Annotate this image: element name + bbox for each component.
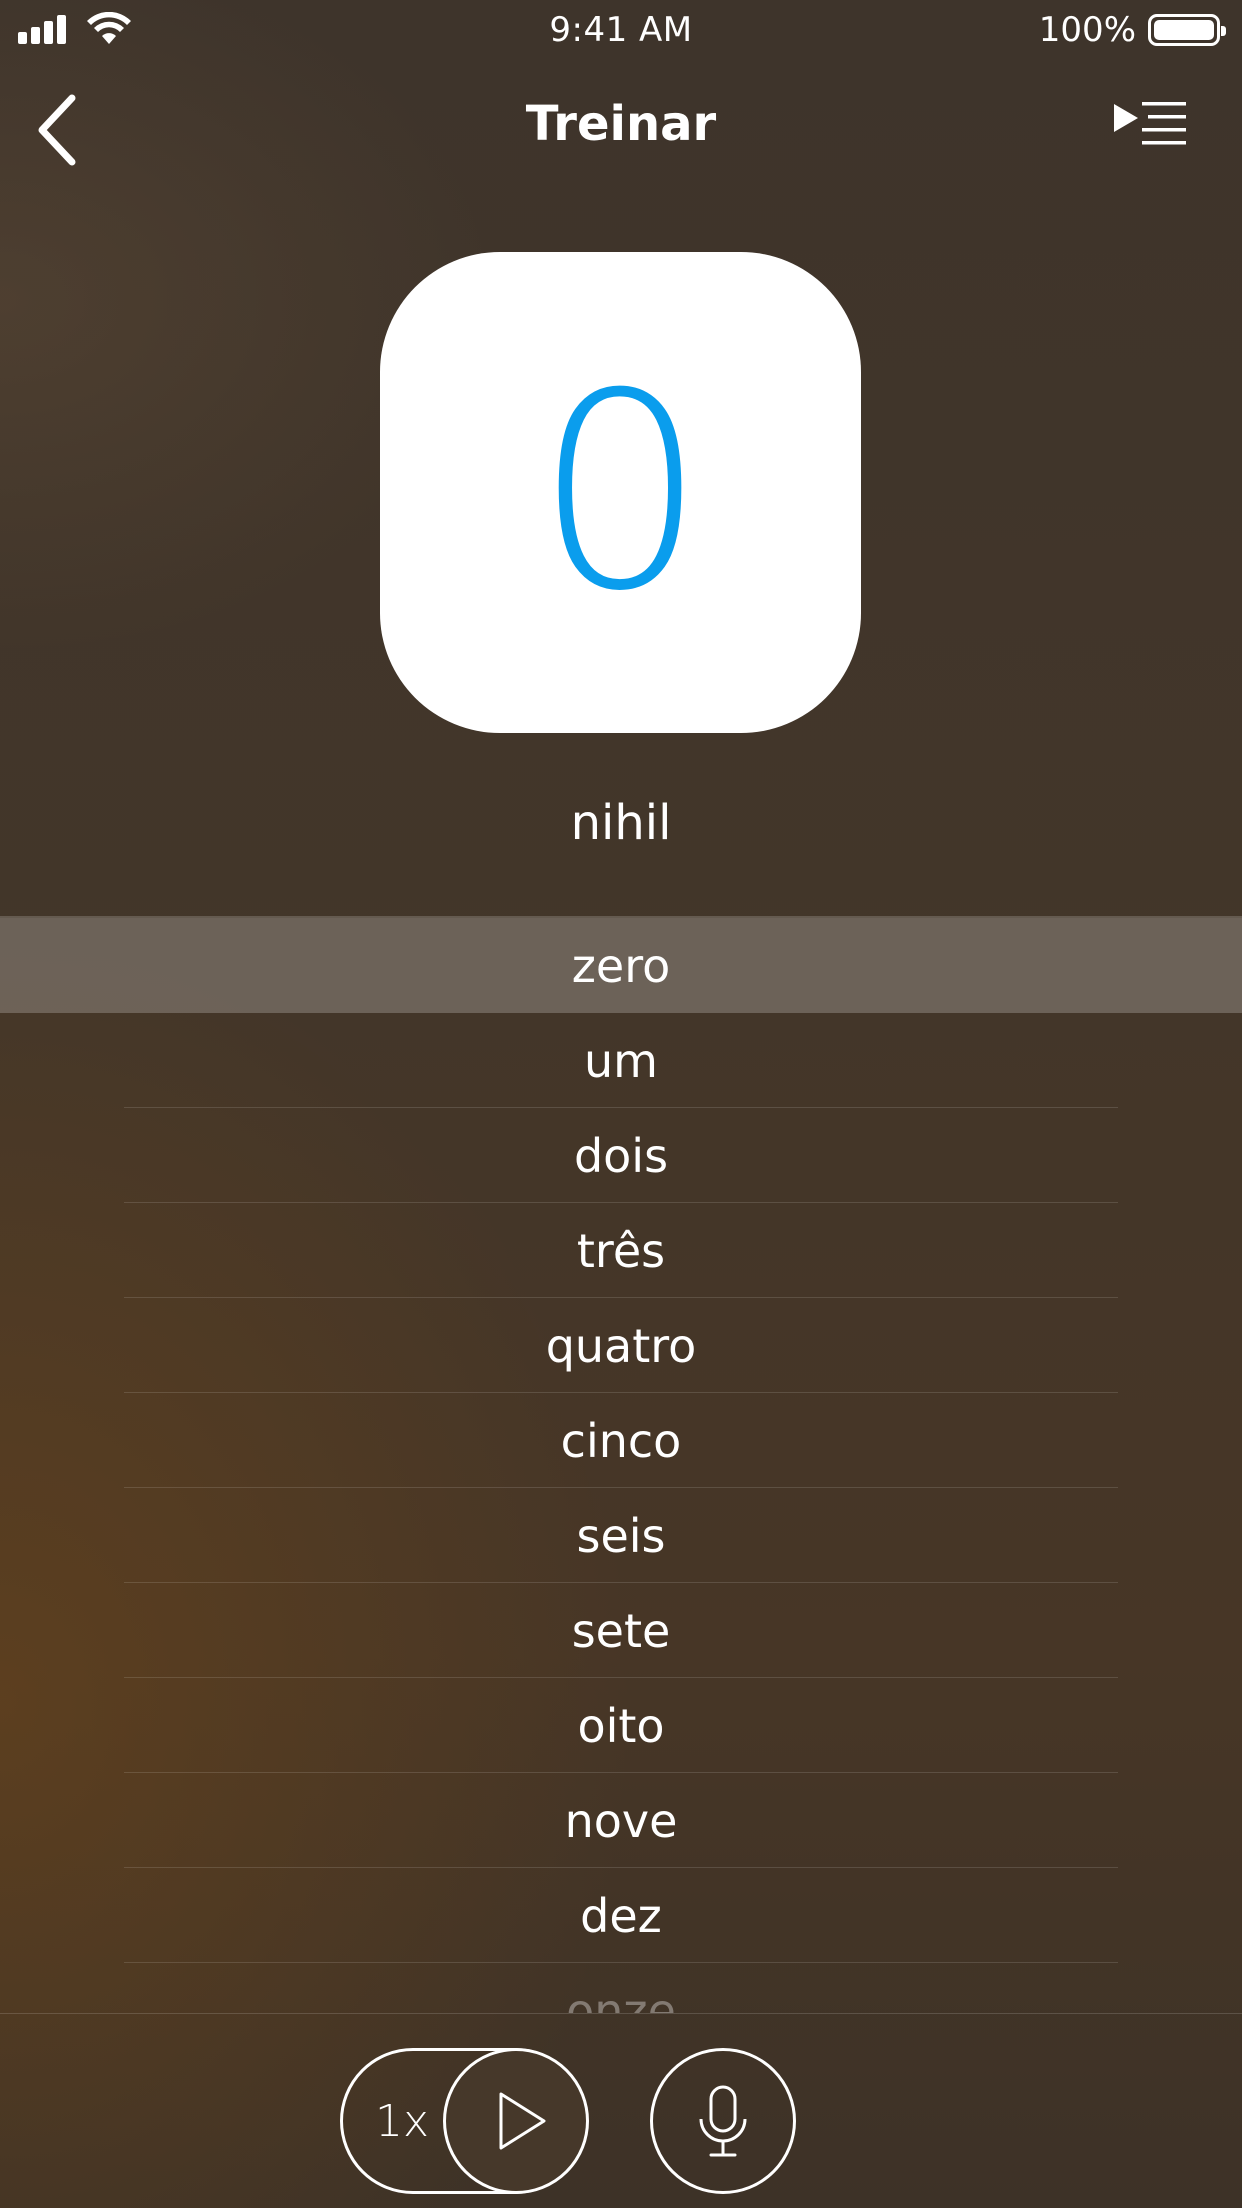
- number-card: 0: [380, 252, 861, 733]
- list-item-label: sete: [571, 1603, 671, 1658]
- battery-percent: 100%: [1038, 10, 1136, 50]
- list-item[interactable]: um: [0, 1013, 1242, 1108]
- card-word: nihil: [570, 795, 672, 851]
- list-item[interactable]: sete: [0, 1583, 1242, 1678]
- play-icon: [499, 2092, 546, 2150]
- list-item-label: um: [584, 1033, 658, 1088]
- list-item[interactable]: nove: [0, 1773, 1242, 1868]
- list-item[interactable]: zero: [0, 918, 1242, 1013]
- list-item-label: nove: [564, 1793, 678, 1848]
- play-queue-icon: [1114, 102, 1186, 145]
- list-item-label: seis: [576, 1508, 666, 1563]
- list-item[interactable]: seis: [0, 1488, 1242, 1583]
- list-item-label: três: [576, 1223, 666, 1278]
- list-item-label: oito: [577, 1698, 665, 1753]
- list-item[interactable]: cinco: [0, 1393, 1242, 1488]
- list-item[interactable]: dez: [0, 1868, 1242, 1963]
- status-bar: 9:41 AM 100%: [0, 0, 1242, 60]
- play-button[interactable]: [443, 2048, 589, 2194]
- list-item-label: quatro: [545, 1318, 697, 1373]
- microphone-icon: [699, 2085, 747, 2157]
- play-queue-button[interactable]: [1112, 100, 1188, 148]
- list-item[interactable]: dois: [0, 1108, 1242, 1203]
- card-digit: 0: [534, 334, 707, 650]
- list-item[interactable]: três: [0, 1203, 1242, 1298]
- list-item-label: dez: [580, 1888, 662, 1943]
- list-item-label: zero: [571, 938, 671, 993]
- number-word-list[interactable]: zero um dois três quatro cinco seis sete oito nov…: [0, 918, 1242, 2013]
- list-item[interactable]: onze: [0, 1963, 1242, 2014]
- list-item-label: onze: [566, 1983, 676, 2014]
- battery-icon: [1148, 14, 1226, 46]
- page-title: Treinar: [525, 96, 717, 152]
- list-item[interactable]: quatro: [0, 1298, 1242, 1393]
- list-item[interactable]: oito: [0, 1678, 1242, 1773]
- controls-divider: [0, 2013, 1242, 2014]
- microphone-button[interactable]: [650, 2048, 796, 2194]
- list-item-label: cinco: [560, 1413, 682, 1468]
- speed-label: 1x: [375, 2096, 430, 2147]
- list-item-label: dois: [573, 1128, 669, 1183]
